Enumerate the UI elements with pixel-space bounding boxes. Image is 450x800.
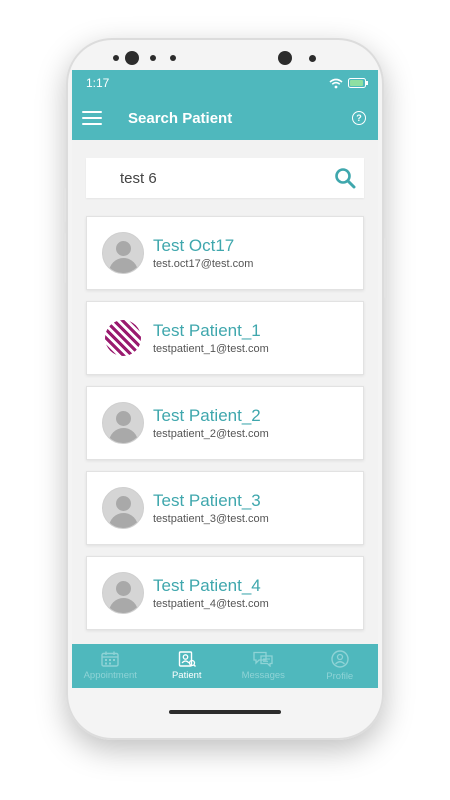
status-time: 1:17 [86, 76, 110, 90]
patient-name: Test Patient_4 [153, 576, 261, 595]
patient-card[interactable]: Test Patient_2 testpatient_2@test.com [86, 386, 364, 460]
volume-button [63, 188, 66, 222]
help-icon[interactable]: ? [352, 111, 366, 125]
hamburger-menu-icon[interactable] [82, 111, 102, 125]
messages-icon [253, 651, 273, 667]
phone-top-sensors [66, 38, 384, 72]
patient-info: Test Patient_2 testpatient_2@test.com [153, 406, 269, 440]
profile-icon [331, 650, 349, 668]
patient-logo-icon [105, 320, 141, 356]
status-bar: 1:17 [72, 70, 378, 96]
home-indicator [169, 710, 281, 714]
tab-profile[interactable]: Profile [302, 644, 379, 688]
sensor-dot [309, 55, 316, 62]
sensor-dot [170, 55, 176, 61]
page-title: Search Patient [128, 109, 233, 127]
sensor-dot [150, 55, 156, 61]
bottom-tab-bar: Appointment Patient Messages Profile [72, 644, 378, 688]
wifi-icon [329, 78, 343, 88]
search-input[interactable] [118, 168, 334, 188]
phone-frame: 1:17 Search Patient ? test 6 Test Oct17 … [63, 38, 387, 740]
patient-card[interactable]: Test Patient_3 testpatient_3@test.com [86, 471, 364, 545]
tab-label: Profile [326, 671, 354, 682]
avatar-placeholder-icon [102, 402, 144, 444]
patient-email: testpatient_4@test.com [153, 598, 269, 610]
patient-email: test.oct17@test.com [153, 258, 254, 270]
patient-email: testpatient_2@test.com [153, 428, 269, 440]
patient-name: Test Patient_2 [153, 406, 261, 425]
tab-label: Appointment [83, 670, 137, 681]
app-screen: 1:17 Search Patient ? test 6 Test Oct17 … [72, 70, 378, 688]
tab-patient[interactable]: Patient [149, 644, 226, 688]
patient-info: Test Patient_4 testpatient_4@test.com [153, 576, 269, 610]
patient-name: Test Patient_3 [153, 491, 261, 510]
app-bar: Search Patient ? [72, 96, 378, 140]
search-bar [86, 158, 364, 198]
sensor-dot [113, 55, 119, 61]
avatar-placeholder-icon [102, 487, 144, 529]
patient-info: Test Oct17 test.oct17@test.com [153, 236, 253, 270]
patient-icon [178, 651, 196, 667]
patient-email: testpatient_1@test.com [153, 343, 269, 355]
tab-messages[interactable]: Messages [225, 644, 302, 688]
patient-info: Test Patient_3 testpatient_3@test.com [153, 491, 269, 525]
patient-card[interactable]: Test Oct17 test.oct17@test.com [86, 216, 364, 290]
power-button [384, 238, 387, 298]
volume-button [63, 233, 66, 283]
avatar-placeholder-icon [102, 232, 144, 274]
patient-info: Test Patient_1 testpatient_1@test.com [153, 321, 269, 355]
avatar-placeholder-icon [102, 572, 144, 614]
patient-email: testpatient_3@test.com [153, 513, 269, 525]
tab-appointment[interactable]: Appointment [72, 644, 149, 688]
battery-icon [348, 78, 368, 88]
patient-card[interactable]: Test Patient_1 testpatient_1@test.com [86, 301, 364, 375]
status-icons [329, 78, 368, 89]
calendar-icon [101, 651, 119, 667]
patient-list: Test Oct17 test.oct17@test.com Test Pati… [72, 198, 378, 630]
front-camera [278, 51, 292, 65]
patient-name: Test Oct17 [153, 236, 235, 255]
patient-name: Test Patient_1 [153, 321, 261, 340]
patient-card[interactable]: Test Patient_4 testpatient_4@test.com [86, 556, 364, 630]
tab-label: Messages [241, 670, 285, 681]
tab-label: Patient [171, 670, 202, 681]
front-camera [125, 51, 139, 65]
search-icon[interactable] [334, 167, 356, 189]
